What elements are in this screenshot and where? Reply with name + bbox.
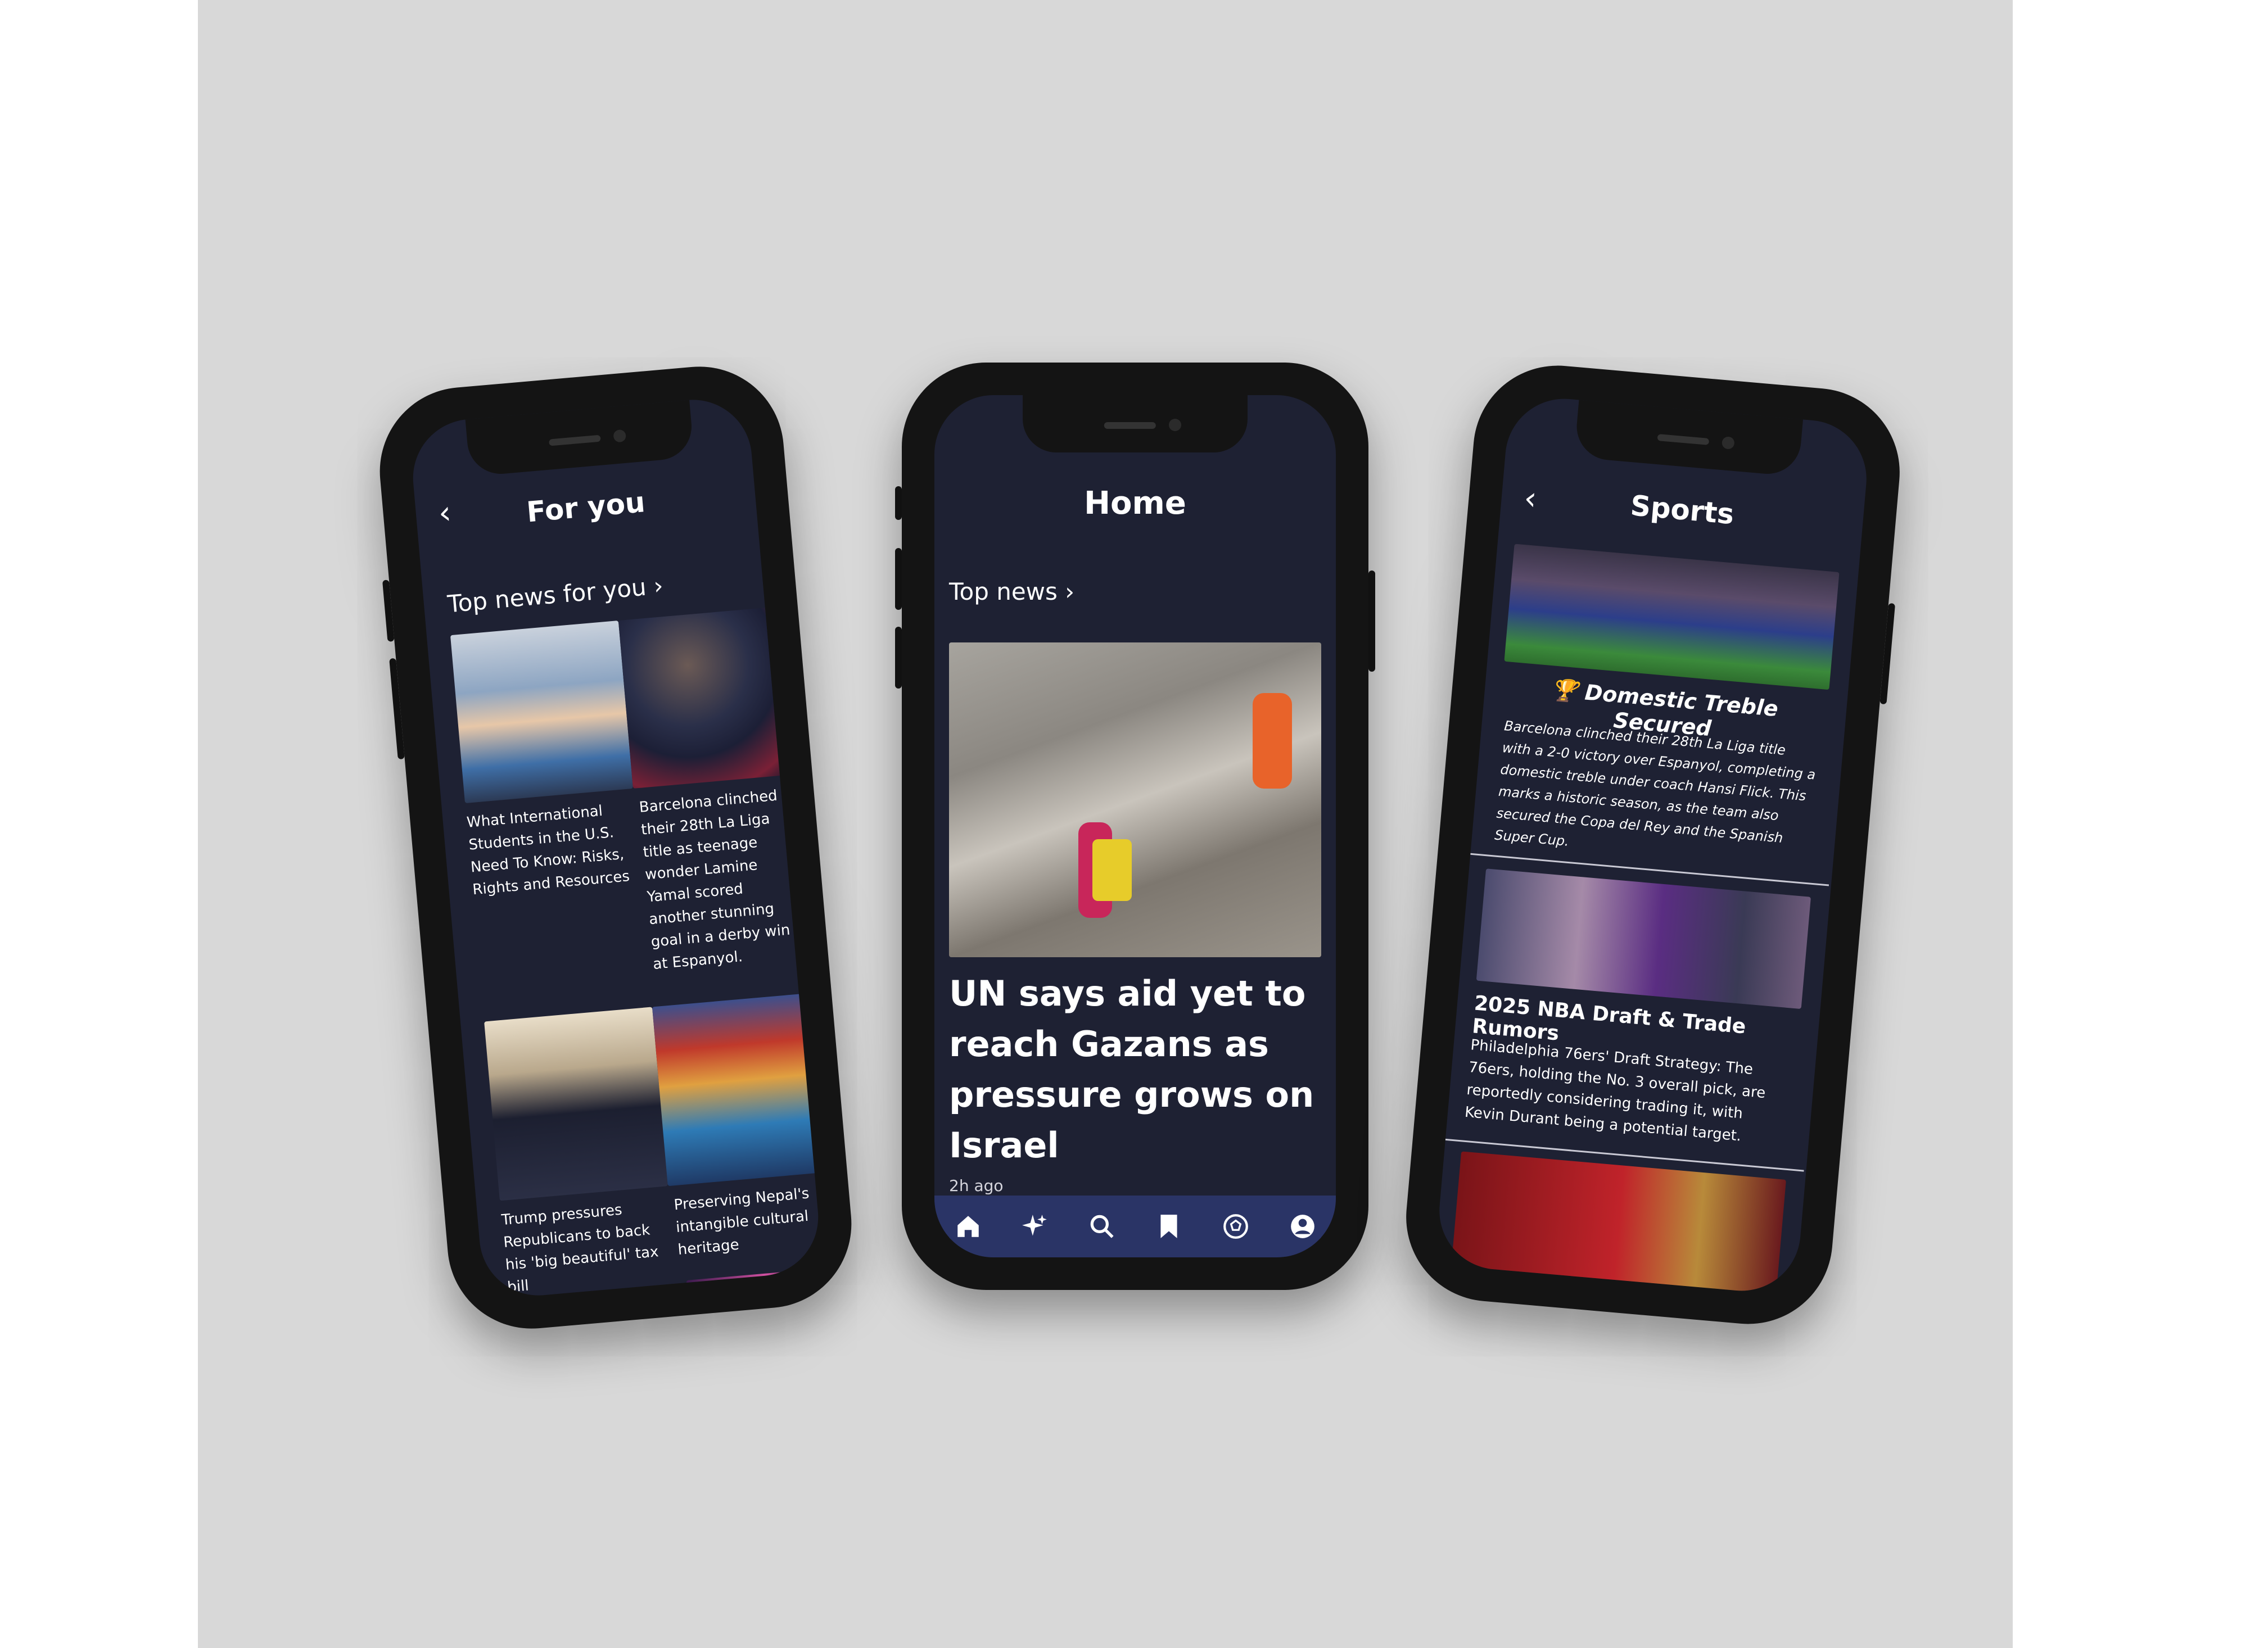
news-caption[interactable]: Trump pressures Republicans to back his … — [500, 1195, 671, 1299]
news-caption[interactable]: What International Students in the U.S. … — [466, 798, 636, 902]
bottom-nav — [934, 1196, 1336, 1257]
section-link[interactable]: Top news for you › — [446, 572, 664, 618]
page-title: Home — [1084, 485, 1186, 522]
right-phone: ‹ Sports 🏆 Domestic Treble Secured Barce… — [1399, 359, 1907, 1331]
section-link[interactable]: Top news › — [949, 578, 1074, 605]
left-phone: ‹ For you Top news for you › What Intern… — [373, 359, 859, 1336]
notch — [1574, 399, 1804, 477]
search-icon[interactable] — [1088, 1212, 1116, 1240]
news-caption[interactable]: Preserving Nepal's intangible cultural h… — [673, 1181, 823, 1261]
right-screen: ‹ Sports 🏆 Domestic Treble Secured Barce… — [1434, 393, 1872, 1296]
sports-image-barcelona[interactable] — [1504, 544, 1840, 690]
notch — [465, 399, 694, 477]
news-image-concert[interactable] — [686, 1266, 824, 1301]
center-screen: Home Top news › UN says aid yet to reach… — [934, 395, 1336, 1257]
page-title: For you — [525, 486, 647, 529]
sports-image-europa[interactable] — [1450, 1151, 1786, 1296]
page-title: Sports — [1629, 489, 1736, 531]
news-image-nepal[interactable] — [652, 993, 824, 1187]
profile-icon[interactable] — [1289, 1212, 1317, 1240]
headline-image[interactable] — [949, 642, 1321, 957]
news-image-students[interactable] — [450, 621, 633, 804]
left-screen: ‹ For you Top news for you › What Intern… — [408, 395, 824, 1301]
sparkles-icon[interactable] — [1021, 1212, 1049, 1240]
bookmark-icon[interactable] — [1155, 1212, 1183, 1240]
notch — [1023, 395, 1248, 452]
football-icon[interactable] — [1222, 1212, 1250, 1240]
home-icon[interactable] — [954, 1212, 982, 1240]
center-phone: Home Top news › UN says aid yet to reach… — [895, 363, 1375, 1290]
news-image-barcelona[interactable] — [618, 606, 796, 789]
news-image-trump[interactable] — [484, 1007, 668, 1201]
news-caption[interactable]: Barcelona clinched their 28th La Liga ti… — [638, 783, 811, 976]
timestamp: 2h ago — [949, 1176, 1004, 1195]
headline[interactable]: UN says aid yet to reach Gazans as press… — [949, 968, 1320, 1171]
story-body: Barcelona clinched their 28th La Liga ti… — [1494, 718, 1817, 849]
sports-image-nba[interactable] — [1476, 868, 1811, 1009]
